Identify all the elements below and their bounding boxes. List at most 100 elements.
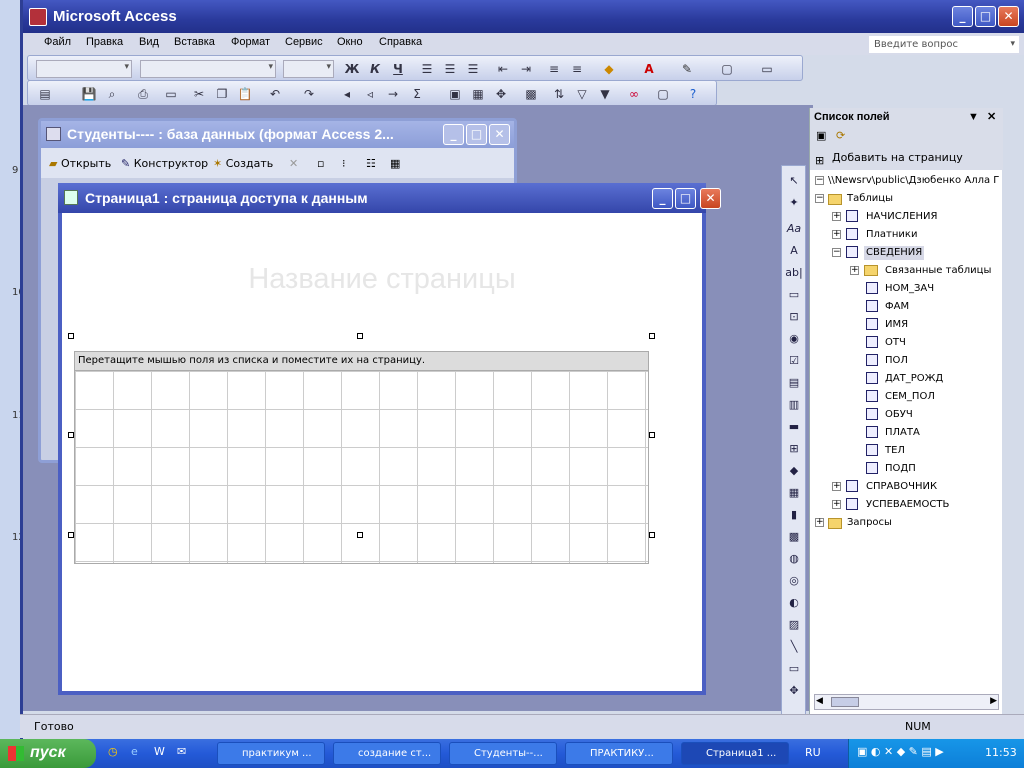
arrow-right-icon[interactable]: → xyxy=(384,85,402,103)
movie-icon[interactable]: ◐ xyxy=(784,594,804,612)
outdent-icon[interactable]: ⇤ xyxy=(494,60,512,78)
office-chart-icon[interactable]: ▮ xyxy=(784,506,804,524)
rectangle-icon[interactable]: ▭ xyxy=(784,660,804,678)
tree-field[interactable]: ПЛАТА xyxy=(885,426,920,440)
italic-button[interactable]: К xyxy=(366,60,384,78)
add-to-page-button[interactable]: ⊞ Добавить на страницу xyxy=(810,148,1003,170)
indent-icon[interactable]: ⇥ xyxy=(517,60,535,78)
expand-toggle[interactable]: + xyxy=(850,266,859,275)
size-combo[interactable] xyxy=(283,60,334,78)
quicklaunch-icon[interactable]: ◷ xyxy=(108,745,118,758)
line-color-icon[interactable]: ✎ xyxy=(678,60,696,78)
field-list-icon[interactable]: ▣ xyxy=(446,85,464,103)
tree-field[interactable]: ОБУЧ xyxy=(885,408,913,422)
close-button[interactable]: ✕ xyxy=(998,6,1019,27)
tree-table[interactable]: УСПЕВАЕМОСТЬ xyxy=(866,498,949,512)
tree-field[interactable]: ТЕЛ xyxy=(885,444,905,458)
resize-handle[interactable] xyxy=(649,532,655,538)
delete-icon[interactable]: ✕ xyxy=(289,157,298,170)
sort-icon[interactable]: ⇅ xyxy=(550,85,568,103)
resize-handle[interactable] xyxy=(649,333,655,339)
tree-tables[interactable]: Таблицы xyxy=(847,192,893,206)
undo-icon[interactable]: ↶ xyxy=(266,85,284,103)
view-icon[interactable]: ▤ xyxy=(36,85,54,103)
align-right-icon[interactable]: ☰ xyxy=(464,60,482,78)
new-object-icon[interactable]: ▢ xyxy=(654,85,672,103)
outlook-icon[interactable]: ✉ xyxy=(177,745,186,758)
sum-icon[interactable]: Σ xyxy=(408,85,426,103)
pane-close-icon[interactable]: ✕ xyxy=(987,108,996,126)
db-close-button[interactable]: ✕ xyxy=(489,124,510,145)
search-icon[interactable]: ⌕ xyxy=(103,85,121,103)
bound-span-icon[interactable]: A xyxy=(784,242,804,260)
filter-apply-icon[interactable]: ▼ xyxy=(596,85,614,103)
db-maximize-button[interactable]: □ xyxy=(466,124,487,145)
menu-insert[interactable]: Вставка xyxy=(174,36,215,48)
pane-menu-icon[interactable]: ▼ xyxy=(968,108,979,126)
numbering-icon[interactable]: ≡ xyxy=(545,60,563,78)
page-maximize-button[interactable]: □ xyxy=(675,188,696,209)
expand-toggle[interactable]: + xyxy=(832,500,841,509)
print-icon[interactable]: ⎙ xyxy=(134,85,152,103)
tree-field[interactable]: ИМЯ xyxy=(885,318,908,332)
select-pointer-icon[interactable]: ↖ xyxy=(784,172,804,190)
resize-handle[interactable] xyxy=(68,532,74,538)
font-combo[interactable] xyxy=(140,60,276,78)
scroll-right-icon[interactable]: ▶ xyxy=(990,696,997,706)
save-icon[interactable]: 💾 xyxy=(80,85,98,103)
task-item-active[interactable]: Страница1 ... xyxy=(681,742,789,765)
expand-toggle[interactable]: + xyxy=(832,212,841,221)
task-item[interactable]: практикум ... xyxy=(217,742,325,765)
option-button-icon[interactable]: ◉ xyxy=(784,330,804,348)
menu-format[interactable]: Формат xyxy=(231,36,270,48)
option-group-icon[interactable]: ⊡ xyxy=(784,308,804,326)
page-minimize-button[interactable]: _ xyxy=(652,188,673,209)
tree-related-tables[interactable]: Связанные таблицы xyxy=(885,264,991,278)
minimize-button[interactable]: _ xyxy=(952,6,973,27)
properties-icon[interactable]: ▩ xyxy=(522,85,540,103)
tree-table[interactable]: Платники xyxy=(866,228,917,242)
task-item[interactable]: ПРАКТИКУ... xyxy=(565,742,673,765)
db-design-button[interactable]: ✎ Конструктор xyxy=(121,157,208,170)
resize-handle[interactable] xyxy=(649,432,655,438)
scroll-thumb[interactable] xyxy=(831,697,859,707)
border-icon[interactable]: ▢ xyxy=(718,60,736,78)
checkbox-icon[interactable]: ☑ xyxy=(784,352,804,370)
toolbox-icon[interactable]: ▦ xyxy=(469,85,487,103)
resize-handle[interactable] xyxy=(357,333,363,339)
expand-toggle[interactable]: − xyxy=(815,176,824,185)
expand-icon[interactable]: ⊞ xyxy=(784,440,804,458)
underline-button[interactable]: Ч xyxy=(389,60,407,78)
more-controls-icon[interactable]: ✥ xyxy=(784,682,804,700)
redo-icon[interactable]: ↷ xyxy=(300,85,318,103)
paste-icon[interactable]: 📋 xyxy=(236,85,254,103)
large-icons-icon[interactable]: ▫ xyxy=(317,157,324,170)
ie-icon[interactable]: e xyxy=(131,745,138,758)
list-box-icon[interactable]: ▥ xyxy=(784,396,804,414)
tree-field[interactable]: ПОЛ xyxy=(885,354,908,368)
maximize-button[interactable]: □ xyxy=(975,6,996,27)
tree-field[interactable]: СЕМ_ПОЛ xyxy=(885,390,935,404)
menu-edit[interactable]: Правка xyxy=(86,36,123,48)
refresh-icon[interactable]: ⟳ xyxy=(836,129,845,142)
office-spreadsheet-icon[interactable]: ▩ xyxy=(784,528,804,546)
cut-icon[interactable]: ✂ xyxy=(190,85,208,103)
tree-table[interactable]: СПРАВОЧНИК xyxy=(866,480,937,494)
resize-handle[interactable] xyxy=(68,432,74,438)
language-indicator[interactable]: RU xyxy=(805,746,821,759)
page-close-button[interactable]: ✕ xyxy=(700,188,721,209)
menu-file[interactable]: Файл xyxy=(44,36,71,48)
demote-icon[interactable]: ◃ xyxy=(361,85,379,103)
menu-window[interactable]: Окно xyxy=(337,36,363,48)
textbox-icon[interactable]: ab| xyxy=(784,264,804,282)
tree-table-selected[interactable]: СВЕДЕНИЯ xyxy=(864,246,925,260)
bullets-icon[interactable]: ≡ xyxy=(568,60,586,78)
image-hyperlink-icon[interactable]: ◎ xyxy=(784,572,804,590)
promote-icon[interactable]: ◂ xyxy=(338,85,356,103)
db-open-button[interactable]: ▰ Открыть xyxy=(49,157,111,170)
task-item[interactable]: создание ст... xyxy=(333,742,441,765)
small-icons-icon[interactable]: ⁝ xyxy=(342,157,346,170)
db-minimize-button[interactable]: _ xyxy=(443,124,464,145)
start-button[interactable]: пуск xyxy=(0,739,96,768)
record-navigation-icon[interactable]: ◆ xyxy=(784,462,804,480)
